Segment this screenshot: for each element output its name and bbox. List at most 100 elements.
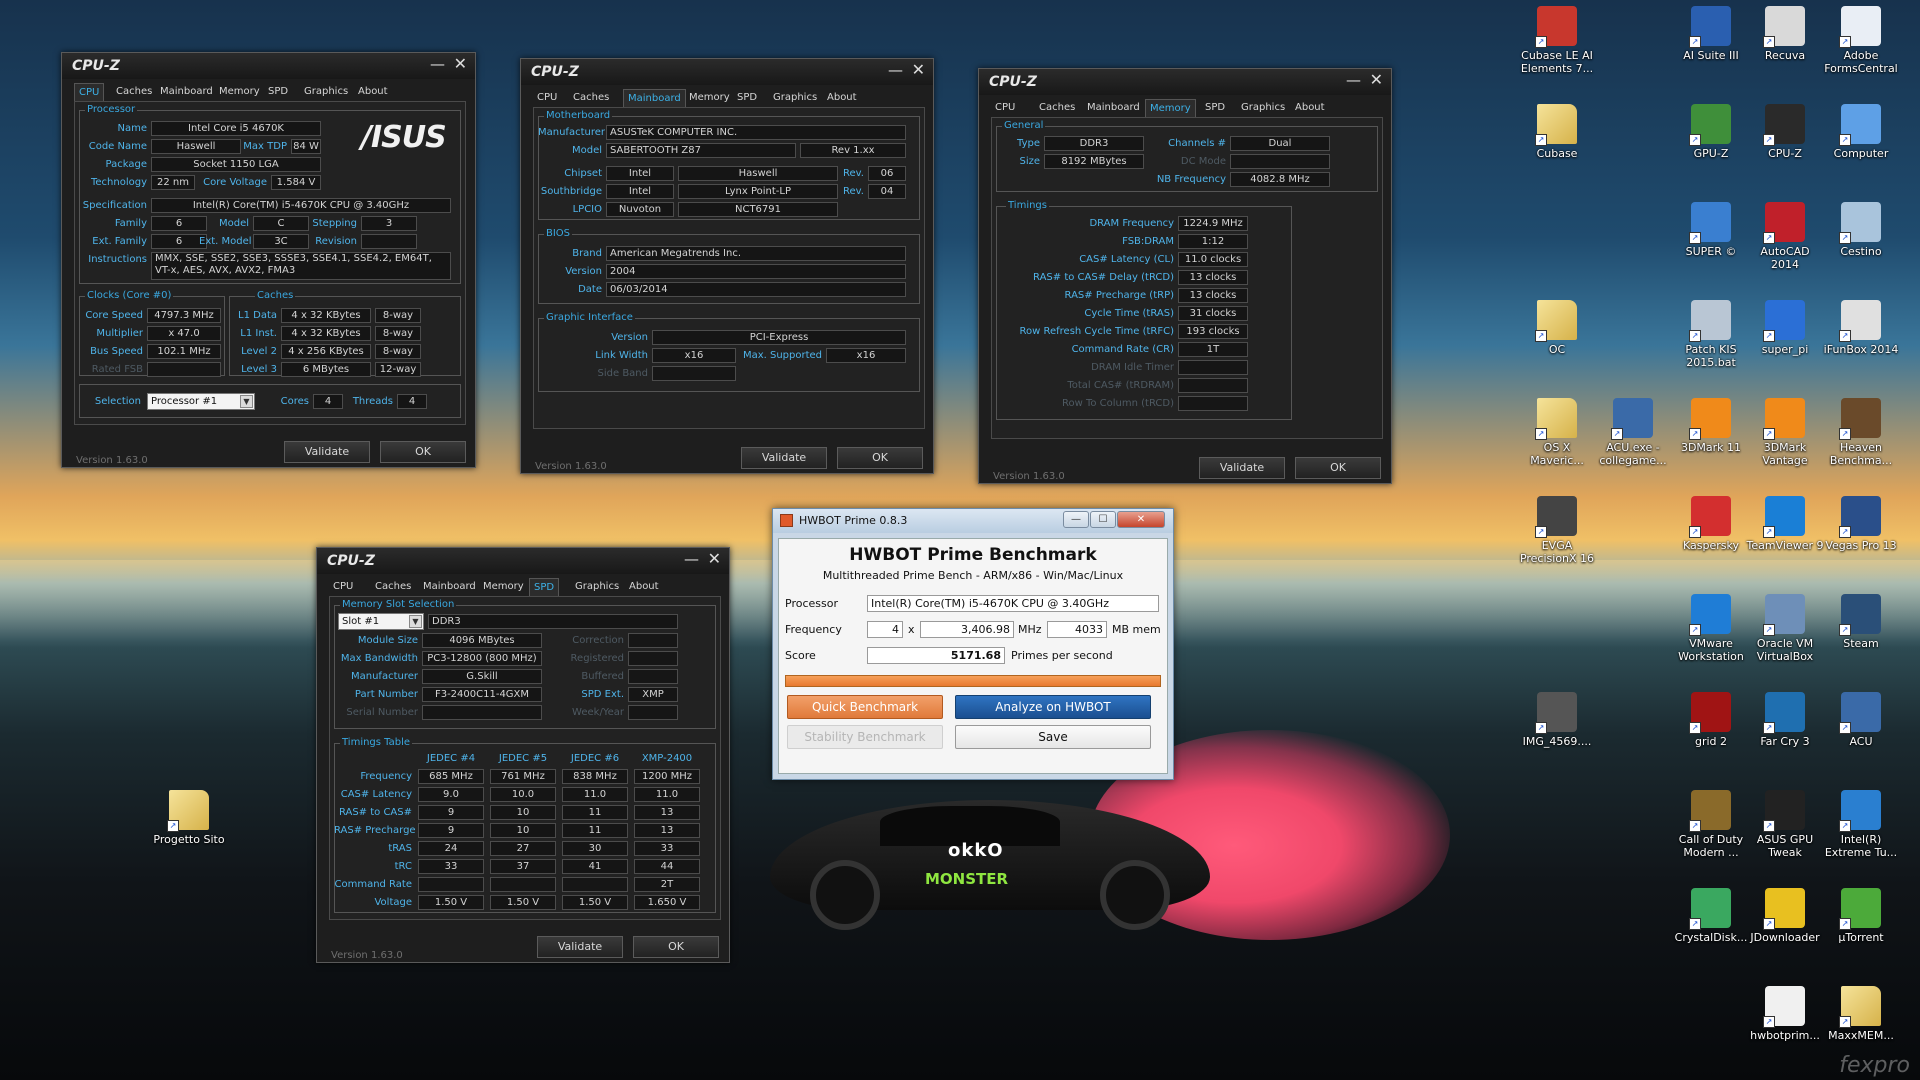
tab-caches[interactable]: Caches: [1035, 99, 1079, 117]
tab-mainboard[interactable]: Mainboard: [156, 83, 217, 101]
validate-button[interactable]: Validate: [537, 936, 623, 958]
tab-graphics[interactable]: Graphics: [571, 578, 623, 596]
tab-spd[interactable]: SPD: [529, 578, 560, 596]
desktop-icon[interactable]: ↗ Adobe FormsCentral: [1822, 6, 1900, 75]
quick-benchmark-button[interactable]: Quick Benchmark: [787, 695, 943, 719]
ok-button[interactable]: OK: [1295, 457, 1381, 479]
desktop-icon[interactable]: ↗ Computer: [1822, 104, 1900, 160]
tab-spd[interactable]: SPD: [264, 83, 292, 101]
desktop-icon[interactable]: ↗ Heaven Benchma...: [1822, 398, 1900, 467]
desktop-icon[interactable]: ↗ SUPER ©: [1672, 202, 1750, 258]
hwbot-titlebar[interactable]: HWBOT Prime 0.8.3 — ☐ ✕: [773, 509, 1173, 533]
desktop-icon[interactable]: ↗ IMG_4569....: [1518, 692, 1596, 748]
desktop-icon[interactable]: ↗ EVGA PrecisionX 16: [1518, 496, 1596, 565]
tab-caches[interactable]: Caches: [371, 578, 415, 596]
slot-select[interactable]: Slot #1 ▼: [338, 613, 424, 630]
minimize-button[interactable]: —: [888, 61, 903, 79]
tab-cpu[interactable]: CPU: [329, 578, 357, 596]
desktop-icon[interactable]: ↗ ACU: [1822, 692, 1900, 748]
ok-button[interactable]: OK: [837, 447, 923, 469]
stability-benchmark-button[interactable]: Stability Benchmark: [787, 725, 943, 749]
minimize-button[interactable]: —: [684, 550, 699, 568]
validate-button[interactable]: Validate: [284, 441, 370, 463]
close-button[interactable]: ✕: [912, 60, 925, 79]
desktop-icon[interactable]: ↗ CrystalDisk...: [1672, 888, 1750, 944]
tab-cpu[interactable]: CPU: [533, 89, 561, 107]
tab-spd[interactable]: SPD: [1201, 99, 1229, 117]
tab-caches[interactable]: Caches: [112, 83, 156, 101]
desktop-icon[interactable]: ↗ µTorrent: [1822, 888, 1900, 944]
desktop-icon[interactable]: ↗ iFunBox 2014: [1822, 300, 1900, 356]
processor-select[interactable]: Processor #1 ▼: [147, 393, 255, 410]
tab-cpu[interactable]: CPU: [74, 83, 105, 101]
tab-about[interactable]: About: [625, 578, 663, 596]
ok-button[interactable]: OK: [380, 441, 466, 463]
cpuz-titlebar[interactable]: CPU-Z — ✕: [521, 59, 933, 85]
tab-caches[interactable]: Caches: [569, 89, 613, 107]
desktop-icon[interactable]: ↗ Vegas Pro 13: [1822, 496, 1900, 552]
desktop-icon[interactable]: ↗ ACU.exe - collegame...: [1594, 398, 1672, 467]
close-button[interactable]: ✕: [454, 54, 467, 73]
desktop-icon[interactable]: ↗ Call of Duty Modern ...: [1672, 790, 1750, 859]
desktop-icon[interactable]: ↗ Cubase LE AI Elements 7...: [1518, 6, 1596, 75]
desktop-icon[interactable]: ↗ MaxxMEM...: [1822, 986, 1900, 1042]
chevron-down-icon[interactable]: ▼: [240, 395, 253, 408]
desktop-icon[interactable]: ↗ Recuva: [1746, 6, 1824, 62]
desktop-icon[interactable]: ↗ CPU-Z: [1746, 104, 1824, 160]
validate-button[interactable]: Validate: [741, 447, 827, 469]
desktop-icon[interactable]: ↗ OC: [1518, 300, 1596, 356]
desktop-icon[interactable]: ↗ Cubase: [1518, 104, 1596, 160]
save-button[interactable]: Save: [955, 725, 1151, 749]
desktop-icon[interactable]: ↗ OS X Maveric...: [1518, 398, 1596, 467]
minimize-button[interactable]: —: [1063, 511, 1089, 528]
tab-graphics[interactable]: Graphics: [300, 83, 352, 101]
tab-mainboard[interactable]: Mainboard: [1083, 99, 1144, 117]
cpuz-titlebar[interactable]: CPU-Z — ✕: [62, 53, 475, 79]
desktop-icon[interactable]: ↗ 3DMark 11: [1672, 398, 1750, 454]
tab-about[interactable]: About: [823, 89, 861, 107]
desktop-icon[interactable]: ↗ GPU-Z: [1672, 104, 1750, 160]
tab-cpu[interactable]: CPU: [991, 99, 1019, 117]
validate-button[interactable]: Validate: [1199, 457, 1285, 479]
ok-button[interactable]: OK: [633, 936, 719, 958]
desktop-icon[interactable]: ↗ grid 2: [1672, 692, 1750, 748]
tab-memory[interactable]: Memory: [479, 578, 528, 596]
desktop-icon[interactable]: ↗ Progetto Sito: [150, 790, 228, 846]
desktop-icon[interactable]: ↗ Cestino: [1822, 202, 1900, 258]
cpuz-titlebar[interactable]: CPU-Z — ✕: [317, 548, 729, 574]
close-button[interactable]: ✕: [1370, 70, 1383, 89]
desktop-icon[interactable]: ↗ Kaspersky: [1672, 496, 1750, 552]
analyze-on-hwbot-button[interactable]: Analyze on HWBOT: [955, 695, 1151, 719]
close-button[interactable]: ✕: [708, 549, 721, 568]
close-button[interactable]: ✕: [1117, 511, 1165, 528]
cpuz-titlebar[interactable]: CPU-Z — ✕: [979, 69, 1391, 95]
tab-graphics[interactable]: Graphics: [769, 89, 821, 107]
desktop-icon[interactable]: ↗ AI Suite III: [1672, 6, 1750, 62]
tab-mainboard[interactable]: Mainboard: [419, 578, 480, 596]
minimize-button[interactable]: —: [430, 55, 445, 73]
desktop-icon[interactable]: ↗ AutoCAD 2014: [1746, 202, 1824, 271]
desktop-icon[interactable]: ↗ hwbotprim...: [1746, 986, 1824, 1042]
tab-memory[interactable]: Memory: [1145, 99, 1196, 117]
desktop-icon[interactable]: ↗ JDownloader: [1746, 888, 1824, 944]
tab-about[interactable]: About: [354, 83, 392, 101]
desktop-icon[interactable]: ↗ 3DMark Vantage: [1746, 398, 1824, 467]
desktop-icon[interactable]: ↗ VMware Workstation: [1672, 594, 1750, 663]
tab-memory[interactable]: Memory: [215, 83, 264, 101]
tab-graphics[interactable]: Graphics: [1237, 99, 1289, 117]
minimize-button[interactable]: —: [1346, 71, 1361, 89]
desktop-icon[interactable]: ↗ Far Cry 3: [1746, 692, 1824, 748]
chevron-down-icon[interactable]: ▼: [409, 615, 422, 628]
desktop-icon[interactable]: ↗ super_pi: [1746, 300, 1824, 356]
desktop-icon[interactable]: ↗ Patch KIS 2015.bat: [1672, 300, 1750, 369]
tab-memory[interactable]: Memory: [685, 89, 734, 107]
tab-mainboard[interactable]: Mainboard: [623, 89, 686, 107]
desktop-icon[interactable]: ↗ Intel(R) Extreme Tu...: [1822, 790, 1900, 859]
desktop-icon[interactable]: ↗ ASUS GPU Tweak: [1746, 790, 1824, 859]
tab-spd[interactable]: SPD: [733, 89, 761, 107]
desktop-icon[interactable]: ↗ Steam: [1822, 594, 1900, 650]
maximize-button[interactable]: ☐: [1090, 511, 1116, 528]
desktop-icon[interactable]: ↗ Oracle VM VirtualBox: [1746, 594, 1824, 663]
desktop-icon[interactable]: ↗ TeamViewer 9: [1746, 496, 1824, 552]
tab-about[interactable]: About: [1291, 99, 1329, 117]
